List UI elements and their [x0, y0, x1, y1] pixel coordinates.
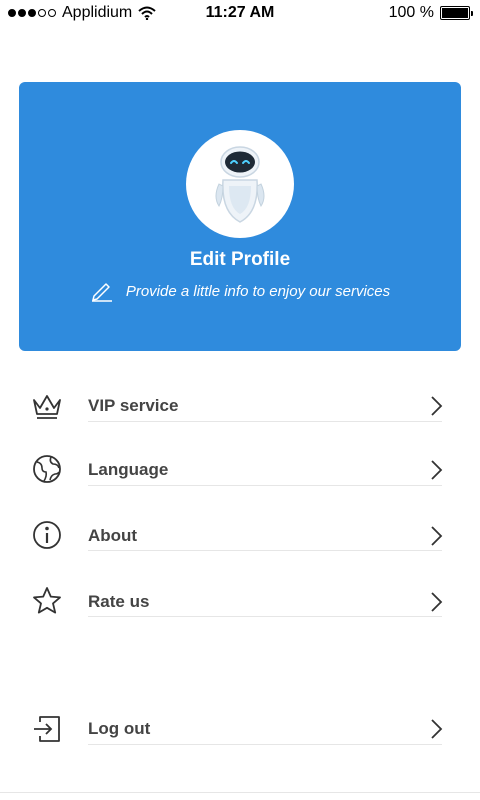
profile-subtitle-row: Provide a little info to enjoy our servi…	[19, 280, 461, 302]
menu-item-rate-us[interactable]: Rate us	[0, 571, 480, 631]
menu-item-log-out[interactable]: Log out	[0, 699, 480, 759]
status-bar: Applidium 11:27 AM 100 %	[0, 0, 480, 28]
menu-divider	[88, 744, 442, 745]
chevron-right-icon	[431, 526, 443, 546]
chevron-right-icon	[431, 460, 443, 480]
menu-label-vip-service: VIP service	[88, 396, 179, 415]
menu-label-log-out: Log out	[88, 719, 151, 738]
avatar[interactable]	[186, 130, 294, 238]
battery-percent: 100 %	[388, 4, 434, 21]
status-right: 100 %	[388, 4, 473, 22]
battery-icon	[440, 6, 473, 20]
menu-divider	[88, 550, 442, 551]
menu-label-language: Language	[88, 460, 169, 479]
pencil-icon	[91, 283, 112, 302]
logout-icon	[34, 716, 60, 742]
edit-profile-card[interactable]: Edit Profile Provide a little info to en…	[19, 82, 461, 351]
bottom-divider	[0, 792, 480, 793]
menu-divider	[88, 421, 442, 422]
globe-icon	[33, 455, 61, 483]
menu-item-vip-service[interactable]: VIP service	[0, 376, 480, 436]
profile-title[interactable]: Edit Profile	[19, 249, 461, 271]
crown-icon	[33, 395, 61, 419]
chevron-right-icon	[431, 592, 443, 612]
menu-divider	[88, 485, 442, 486]
star-icon	[33, 587, 61, 614]
menu-item-language[interactable]: Language	[0, 440, 480, 500]
chevron-right-icon	[431, 396, 443, 416]
menu-item-about[interactable]: About	[0, 505, 480, 565]
menu-label-rate-us: Rate us	[88, 592, 150, 611]
menu-divider	[88, 616, 442, 617]
profile-subtitle: Provide a little info to enjoy our servi…	[125, 282, 391, 300]
robot-avatar-icon	[215, 146, 265, 223]
menu-label-about: About	[88, 526, 138, 545]
info-icon	[33, 521, 61, 549]
chevron-right-icon	[431, 719, 443, 739]
